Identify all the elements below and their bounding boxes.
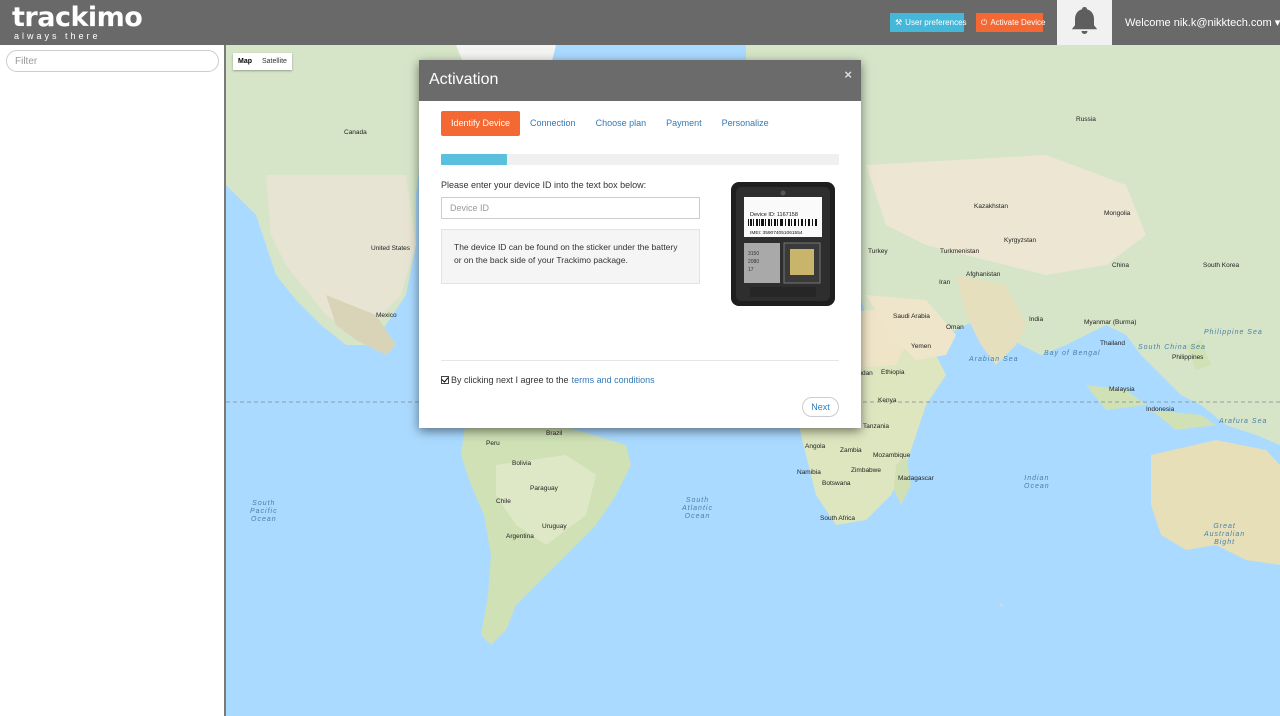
notifications-button[interactable] [1057, 0, 1112, 45]
map-label: China [1112, 262, 1129, 269]
sticker-sim-digits-2: 2080 [748, 259, 759, 265]
map-label: Iran [939, 279, 951, 286]
activation-progress-bar [441, 154, 839, 165]
tab-payment[interactable]: Payment [656, 111, 712, 136]
map-label: Canada [344, 129, 367, 136]
map-label: Peru [486, 440, 500, 447]
tab-identify-device[interactable]: Identify Device [441, 111, 521, 136]
map-ocean-label: South Atlantic Ocean [682, 497, 713, 520]
agree-checkbox[interactable] [441, 376, 449, 384]
device-sidebar [0, 45, 226, 716]
map-type-control: Map Satellite [233, 53, 292, 70]
terms-agreement: By clicking next I agree to the terms an… [441, 375, 655, 385]
device-id-input[interactable] [441, 197, 700, 219]
activation-steps-nav: Identify Device Connection Choose plan P… [441, 111, 779, 136]
map-ocean-label: Indian Ocean [1024, 475, 1050, 490]
map-label: Namibia [797, 469, 821, 476]
welcome-text: Welcome nik.k@nikktech.com [1125, 17, 1272, 29]
map-label: Chile [496, 498, 511, 505]
map-label: India [1029, 316, 1044, 323]
trackimo-logo[interactable]: trackimo always there [12, 2, 143, 41]
next-button[interactable]: Next [802, 397, 839, 417]
map-label: Afghanistan [966, 271, 1001, 278]
modal-divider [441, 360, 839, 361]
sticker-device-id: Device ID: 1167158 [750, 212, 798, 218]
map-label: Zambia [840, 447, 862, 454]
map-label: Malaysia [1109, 386, 1135, 393]
activate-device-button[interactable]: ⏻ Activate Device [976, 13, 1046, 32]
map-ocean-label: Great Australian Bight [1204, 523, 1246, 546]
activation-modal: Activation × Identify Device Connection … [419, 60, 861, 428]
filter-input[interactable] [6, 50, 219, 72]
map-label: Kyrgyzstan [1004, 237, 1037, 244]
tab-personalize[interactable]: Personalize [712, 111, 779, 136]
map-label: Ethiopia [881, 369, 905, 376]
activate-device-label: Activate Device [990, 18, 1046, 27]
map-label: United States [371, 245, 411, 252]
map-label: South Africa [820, 515, 856, 522]
map-label: Saudi Arabia [893, 313, 930, 320]
bell-icon [1071, 6, 1098, 34]
map-label: Angola [805, 443, 826, 450]
chevron-down-icon: ▾ [1274, 17, 1280, 29]
sticker-sim-digits-1: 3150 [748, 251, 759, 257]
wrench-icon: ⚒ [895, 18, 903, 27]
logo-text: trackimo [12, 2, 143, 33]
map-ocean-label: Philippine Sea [1204, 329, 1263, 336]
map-label: Bolivia [512, 460, 532, 467]
device-id-prompt: Please enter your device ID into the tex… [441, 180, 647, 190]
tab-choose-plan[interactable]: Choose plan [586, 111, 657, 136]
user-preferences-button[interactable]: ⚒ User preferences [890, 13, 967, 32]
map-label: Brazil [546, 430, 563, 437]
map-label: Mexico [376, 312, 397, 319]
map-ocean-label: South Pacific Ocean [250, 500, 278, 523]
map-label: Zimbabwe [851, 467, 881, 474]
map-label: Tanzania [863, 423, 890, 430]
map-label: Russia [1076, 116, 1096, 123]
map-label: Uruguay [542, 523, 567, 530]
map-label: Kazakhstan [974, 203, 1008, 210]
top-navbar: trackimo always there ⚒ User preferences … [0, 0, 1280, 45]
map-label: Kenya [878, 397, 897, 404]
modal-header: Activation × [419, 60, 861, 101]
map-label: Indonesia [1146, 406, 1175, 413]
progress-fill [441, 154, 508, 165]
terms-and-conditions-link[interactable]: terms and conditions [572, 375, 655, 385]
map-label: Botswana [822, 480, 851, 487]
map-ocean-label: Arabian Sea [969, 356, 1019, 363]
power-icon: ⏻ [981, 18, 988, 27]
map-label: Argentina [506, 533, 534, 540]
device-sticker-image: Device ID: 1167158 IMEI: 359074051061554… [731, 182, 835, 306]
map-label: Oman [946, 324, 964, 331]
map-label: Mongolia [1104, 210, 1131, 217]
device-id-help-text: The device ID can be found on the sticke… [441, 229, 700, 284]
map-label: Myanmar (Burma) [1084, 319, 1137, 326]
map-label: Mozambique [873, 452, 911, 459]
user-preferences-label: User preferences [905, 18, 967, 27]
map-ocean-label: South China Sea [1138, 344, 1206, 351]
map-label: Turkey [868, 248, 888, 255]
tab-connection[interactable]: Connection [520, 111, 586, 136]
sticker-sim-digits-3: 17 [748, 267, 754, 273]
map-type-map-button[interactable]: Map [233, 53, 257, 70]
user-menu-dropdown[interactable]: Welcome nik.k@nikktech.com ▾ [1125, 16, 1280, 29]
agree-text: By clicking next I agree to the [451, 375, 569, 385]
modal-title: Activation [429, 71, 499, 88]
map-label: Philippines [1172, 354, 1204, 361]
sticker-imei: IMEI: 359074051061554 [750, 230, 803, 236]
map-label: Yemen [911, 343, 931, 350]
close-icon[interactable]: × [844, 67, 852, 82]
map-label: Turkmenistan [940, 248, 980, 255]
map-label: Paraguay [530, 485, 558, 492]
map-ocean-label: Bay of Bengal [1044, 350, 1101, 357]
map-type-satellite-button[interactable]: Satellite [257, 53, 292, 70]
map-label: South Korea [1203, 262, 1240, 269]
map-label: Thailand [1100, 340, 1125, 347]
map-label: Madagascar [898, 475, 934, 482]
map-ocean-label: Arafura Sea [1219, 418, 1268, 425]
